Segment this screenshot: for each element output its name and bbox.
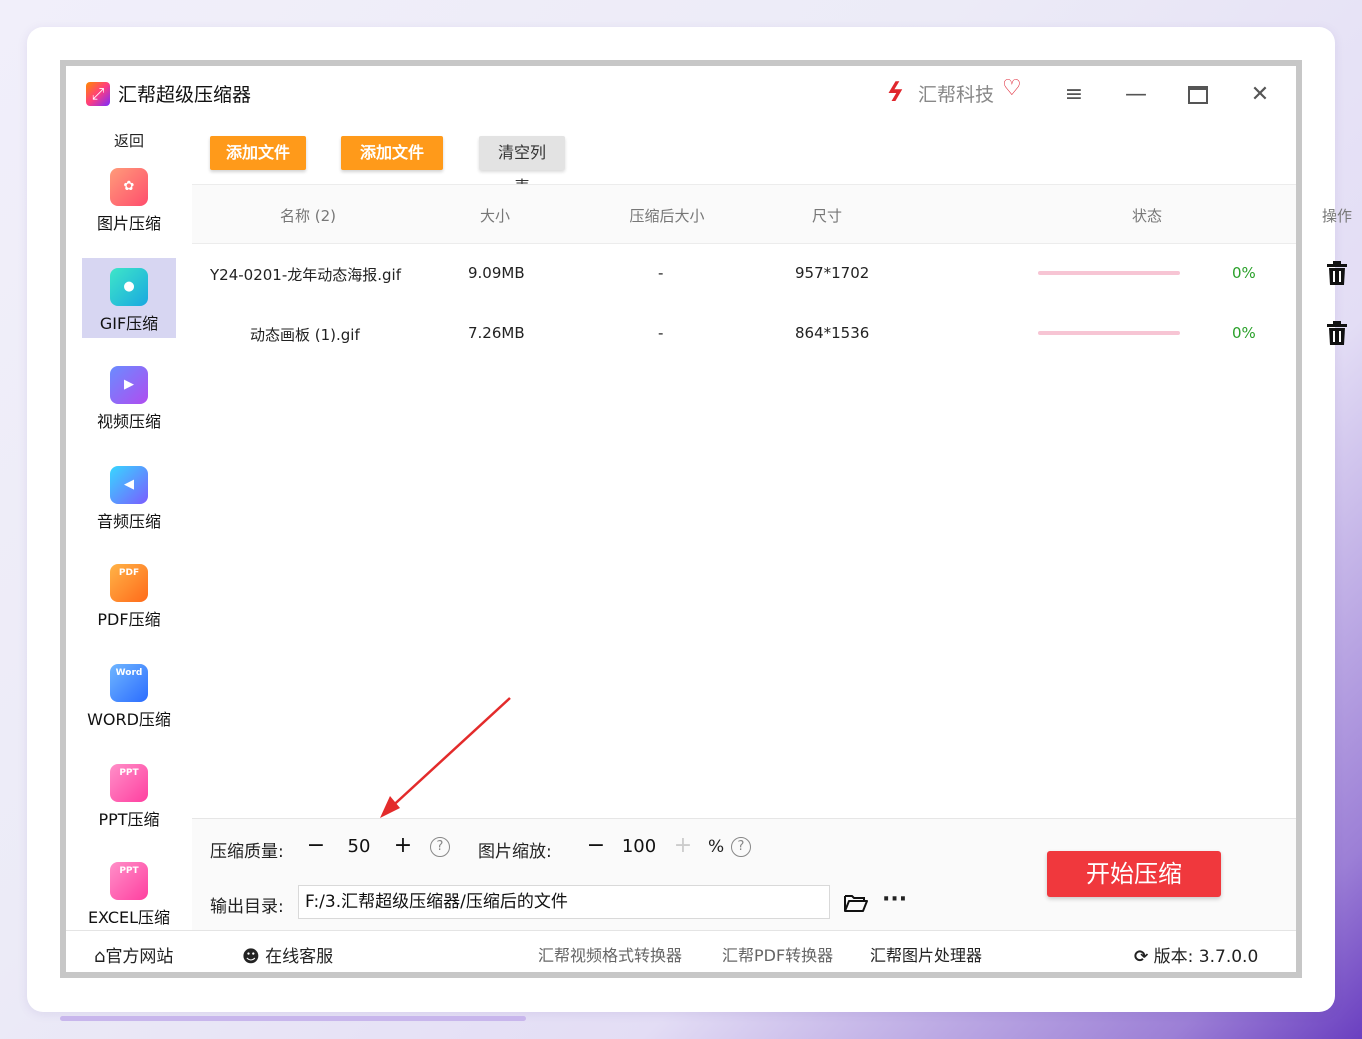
scale-label: 图片缩放:: [478, 842, 552, 862]
version-info[interactable]: ⟳ 版本: 3.7.0.0: [1134, 942, 1258, 967]
progress-bar: [1038, 271, 1180, 275]
trash-icon[interactable]: [1326, 260, 1348, 286]
support-person-icon: ☻: [242, 947, 260, 967]
video-converter-link[interactable]: 汇帮视频格式转换器: [538, 942, 682, 966]
sidebar-item-ppt[interactable]: PPT PPT压缩: [82, 754, 176, 834]
excel-folder-icon: PPT: [110, 862, 148, 900]
app-title: 汇帮超级压缩器: [118, 84, 252, 106]
sidebar-item-label: EXCEL压缩: [87, 908, 171, 927]
sidebar-item-gif[interactable]: ● GIF压缩: [82, 258, 176, 338]
quality-decrease-button[interactable]: −: [304, 833, 328, 858]
online-support-link[interactable]: ☻ 在线客服: [242, 942, 333, 967]
brand-logo-icon: ϟ: [882, 78, 908, 108]
title-bar: ⤢ 汇帮超级压缩器 ϟ 汇帮科技 ♡ ≡ — ✕: [66, 66, 1296, 122]
quality-label: 压缩质量:: [210, 842, 284, 862]
app-window: ⤢ 汇帮超级压缩器 ϟ 汇帮科技 ♡ ≡ — ✕ 返回 ✿ 图片压缩 ● GIF…: [60, 60, 1352, 978]
file-name: Y24-0201-龙年动态海报.gif: [210, 266, 401, 284]
trash-icon[interactable]: [1326, 320, 1348, 346]
minimize-icon[interactable]: —: [1119, 78, 1153, 112]
pdf-folder-icon: PDF: [110, 564, 148, 602]
official-website-link[interactable]: ⌂官方网站: [94, 942, 173, 967]
image-icon: ✿: [110, 168, 148, 206]
file-size: 7.26MB: [468, 324, 525, 342]
file-dimension: 957*1702: [795, 264, 870, 282]
file-table-header: 名称 (2) 大小 压缩后大小 尺寸 状态 操作: [192, 184, 1352, 244]
header-size: 大小: [479, 207, 510, 225]
maximize-icon[interactable]: [1181, 78, 1215, 112]
scale-unit: %: [708, 837, 725, 857]
vip-heart-icon[interactable]: ♡: [1002, 76, 1022, 101]
quality-input[interactable]: 50: [334, 836, 384, 857]
sidebar-item-audio[interactable]: ◀ 音频压缩: [82, 456, 176, 536]
scale-increase-button[interactable]: +: [671, 833, 695, 858]
gif-icon: ●: [110, 268, 148, 306]
sidebar-item-label: 图片压缩: [96, 214, 161, 233]
sidebar-item-label: PDF压缩: [97, 610, 161, 629]
scale-decrease-button[interactable]: −: [584, 833, 608, 858]
more-options-icon[interactable]: ···: [882, 887, 907, 912]
quality-increase-button[interactable]: +: [391, 833, 415, 858]
output-path-input[interactable]: F:/3.汇帮超级压缩器/压缩后的文件: [298, 885, 830, 919]
sidebar-item-label: WORD压缩: [87, 710, 171, 729]
clear-list-button[interactable]: 清空列表: [479, 136, 565, 196]
add-file-button[interactable]: 添加文件: [210, 136, 306, 170]
file-dimension: 864*1536: [795, 324, 870, 342]
online-support-label: 在线客服: [265, 947, 334, 967]
start-compress-button[interactable]: 开始压缩: [1047, 851, 1221, 897]
scale-input[interactable]: 100: [614, 836, 664, 857]
sidebar-item-video[interactable]: ▶ 视频压缩: [82, 356, 176, 436]
version-label: 版本: 3.7.0.0: [1153, 947, 1259, 967]
sidebar-item-label: 视频压缩: [96, 412, 161, 431]
home-icon: ⌂: [94, 946, 106, 967]
progress-bar: [1038, 331, 1180, 335]
sidebar-item-image[interactable]: ✿ 图片压缩: [82, 158, 176, 238]
quality-help-icon[interactable]: ?: [430, 837, 450, 857]
footer-bar: ⌂官方网站 ☻ 在线客服 汇帮视频格式转换器 汇帮PDF转换器 汇帮图片处理器 …: [66, 930, 1296, 973]
file-size: 9.09MB: [468, 264, 525, 282]
video-play-icon: ▶: [110, 366, 148, 404]
refresh-icon: ⟳: [1134, 947, 1149, 967]
header-status: 状态: [1131, 207, 1162, 225]
settings-panel: 压缩质量: − 50 + ? 图片缩放: − 100 + % ? 输出目录: F…: [192, 818, 1296, 931]
sidebar-item-excel[interactable]: PPT EXCEL压缩: [82, 852, 176, 932]
header-dimension: 尺寸: [811, 207, 842, 225]
progress-percent: 0%: [1232, 264, 1256, 282]
app-logo-icon: ⤢: [86, 82, 110, 106]
menu-icon[interactable]: ≡: [1057, 78, 1091, 112]
add-folder-button[interactable]: 添加文件夹: [341, 136, 443, 196]
back-link[interactable]: 返回: [66, 130, 192, 151]
sidebar-item-label: 音频压缩: [96, 512, 161, 531]
pdf-converter-link[interactable]: 汇帮PDF转换器: [722, 942, 833, 966]
folder-open-icon[interactable]: [844, 893, 868, 913]
header-compressed-size: 压缩后大小: [629, 207, 705, 225]
compressed-size: -: [658, 264, 664, 282]
image-processor-link[interactable]: 汇帮图片处理器: [870, 942, 982, 966]
sidebar-item-label: PPT压缩: [98, 810, 160, 829]
brand-name: 汇帮科技: [918, 84, 995, 106]
scale-help-icon[interactable]: ?: [731, 837, 751, 857]
output-label: 输出目录:: [210, 897, 284, 917]
file-name: 动态画板 (1).gif: [250, 326, 360, 344]
sidebar-item-pdf[interactable]: PDF PDF压缩: [82, 554, 176, 634]
sidebar: 返回 ✿ 图片压缩 ● GIF压缩 ▶ 视频压缩 ◀ 音频压缩 PDF PDF压…: [66, 122, 192, 930]
table-row[interactable]: Y24-0201-龙年动态海报.gif 9.09MB - 957*1702 0%: [192, 244, 1347, 302]
official-website-label: 官方网站: [105, 947, 174, 967]
progress-percent: 0%: [1232, 324, 1256, 342]
close-icon[interactable]: ✕: [1243, 78, 1277, 112]
sidebar-item-label: GIF压缩: [99, 314, 159, 333]
word-folder-icon: Word: [110, 664, 148, 702]
header-name: 名称 (2): [279, 207, 337, 225]
background-accent-bar: [60, 1016, 526, 1021]
ppt-folder-icon: PPT: [110, 764, 148, 802]
audio-speaker-icon: ◀: [110, 466, 148, 504]
compressed-size: -: [658, 324, 664, 342]
header-action: 操作: [1321, 207, 1352, 225]
sidebar-item-word[interactable]: Word WORD压缩: [82, 654, 176, 734]
table-row[interactable]: 动态画板 (1).gif 7.26MB - 864*1536 0%: [192, 304, 1347, 362]
